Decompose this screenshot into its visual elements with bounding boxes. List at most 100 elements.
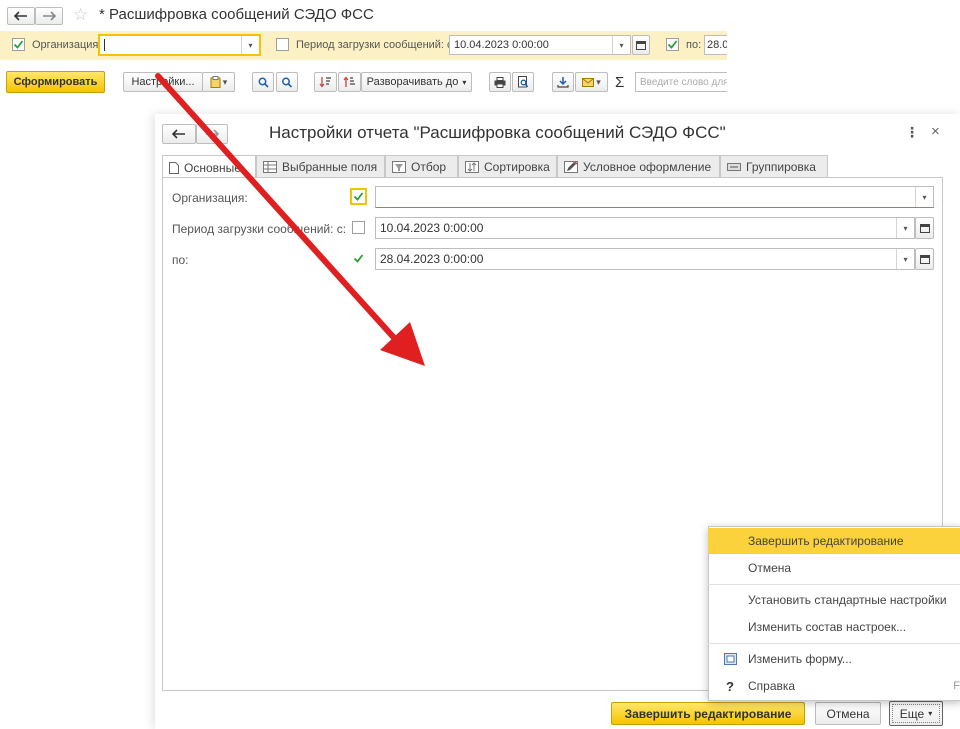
dialog-period-to-input[interactable]: 28.04.2023 0:00:00 ▾ xyxy=(375,248,915,270)
dialog-forward-button[interactable] xyxy=(196,124,228,144)
menu-item-finish-editing[interactable]: Завершить редактирование xyxy=(708,528,960,554)
org-input[interactable]: ▾ xyxy=(98,34,261,56)
forward-button[interactable] xyxy=(35,7,63,25)
arrow-left-icon xyxy=(14,11,27,21)
period-to-input[interactable]: 28.0 xyxy=(704,35,727,55)
chevron-down-icon: ▾ xyxy=(903,223,908,233)
checkmark-icon xyxy=(667,40,678,49)
save-button[interactable] xyxy=(552,72,574,92)
finish-editing-button[interactable]: Завершить редактирование xyxy=(611,702,805,725)
chevron-down-icon: ▾ xyxy=(462,77,467,87)
search-icon xyxy=(258,77,269,88)
cancel-button[interactable]: Отмена xyxy=(815,702,881,725)
dialog-org-checkbox[interactable] xyxy=(350,188,367,205)
field-org-label: Организация: xyxy=(172,191,248,205)
arrow-right-icon xyxy=(43,11,56,21)
dialog-period-from-calendar[interactable] xyxy=(915,217,934,239)
expand-to-button[interactable]: Разворачивать до ▾ xyxy=(361,72,472,92)
calendar-icon xyxy=(919,224,930,233)
close-icon[interactable]: × xyxy=(931,123,940,140)
menu-separator xyxy=(708,643,960,644)
dialog-period-from-input[interactable]: 10.04.2023 0:00:00 ▾ xyxy=(375,217,915,239)
menu-item-label: Завершить редактирование xyxy=(748,534,904,548)
menu-item-label: Справка xyxy=(748,679,796,693)
tab-grouping[interactable]: Группировка xyxy=(720,155,828,178)
period-from-dropdown[interactable]: ▾ xyxy=(612,36,630,54)
org-dropdown-button[interactable]: ▾ xyxy=(241,36,259,54)
favorite-star-icon[interactable]: ☆ xyxy=(73,5,88,25)
pen-icon xyxy=(564,161,578,173)
checkmark-icon xyxy=(353,192,364,201)
period-from-input[interactable]: 10.04.2023 0:00:00 ▾ xyxy=(449,35,631,55)
search-input[interactable]: Введите слово для xyxy=(635,72,727,92)
calendar-icon xyxy=(919,255,930,264)
period-from-calendar-button[interactable] xyxy=(632,35,650,55)
preview-icon xyxy=(517,76,528,88)
tab-conditional-format[interactable]: Условное оформление xyxy=(557,155,720,178)
clipboard-icon xyxy=(210,76,221,88)
menu-item-help[interactable]: ? Справка F xyxy=(708,673,960,699)
period-from-value: 10.04.2023 0:00:00 xyxy=(454,39,549,51)
dialog-period-from-dropdown[interactable]: ▾ xyxy=(896,218,914,238)
dialog-org-dropdown[interactable]: ▾ xyxy=(915,187,933,207)
menu-item-change-settings[interactable]: Изменить состав настроек... xyxy=(708,614,960,640)
dialog-period-to-calendar[interactable] xyxy=(915,248,934,270)
more-button[interactable]: Еще ▾ xyxy=(889,701,943,726)
tab-sort[interactable]: Сортировка xyxy=(458,155,557,178)
back-button[interactable] xyxy=(7,7,35,25)
period-to-value: 28.0 xyxy=(707,39,727,51)
chevron-down-icon: ▾ xyxy=(903,254,908,264)
generate-button[interactable]: Сформировать xyxy=(6,71,105,93)
variants-button[interactable]: ▾ xyxy=(202,72,235,92)
dialog-title: Настройки отчета "Расшифровка сообщений … xyxy=(269,123,726,142)
tab-label: Выбранные поля xyxy=(282,160,378,174)
send-email-button[interactable]: ▾ xyxy=(575,72,608,92)
chevron-down-icon: ▾ xyxy=(248,40,253,50)
sort-desc-button[interactable] xyxy=(314,72,337,92)
menu-item-cancel[interactable]: Отмена xyxy=(708,555,960,581)
download-icon xyxy=(557,77,569,88)
menu-item-default-settings[interactable]: Установить стандартные настройки xyxy=(708,587,960,613)
period-to-checkbox[interactable] xyxy=(666,38,679,51)
tab-main[interactable]: Основные xyxy=(162,155,256,179)
calendar-icon xyxy=(636,41,646,50)
sort-asc-button[interactable] xyxy=(338,72,361,92)
filter-icon xyxy=(392,161,406,173)
help-icon: ? xyxy=(726,678,734,694)
form-icon xyxy=(724,653,737,665)
settings-button[interactable]: Настройки... xyxy=(123,72,203,92)
find-next-button[interactable] xyxy=(276,72,298,92)
sum-icon[interactable]: Σ xyxy=(615,74,624,91)
org-checkbox[interactable] xyxy=(12,38,25,51)
dialog-back-button[interactable] xyxy=(162,124,196,144)
document-icon xyxy=(169,161,179,174)
dialog-period-to-dropdown[interactable]: ▾ xyxy=(896,249,914,269)
dialog-period-to-checkbox[interactable] xyxy=(352,252,365,265)
period-label: Период загрузки сообщений: с: xyxy=(296,39,456,51)
checkmark-icon xyxy=(353,254,364,263)
preview-button[interactable] xyxy=(512,72,534,92)
tab-filter[interactable]: Отбор xyxy=(385,155,458,178)
tab-label: Отбор xyxy=(411,160,447,174)
menu-item-label: Изменить состав настроек... xyxy=(748,620,907,634)
tab-label: Группировка xyxy=(746,160,816,174)
dialog-period-to-value: 28.04.2023 0:00:00 xyxy=(380,252,484,266)
field-to-label: по: xyxy=(172,253,189,267)
more-button-label: Еще xyxy=(899,706,925,721)
period-from-checkbox[interactable] xyxy=(276,38,289,51)
menu-item-label: Отмена xyxy=(748,561,792,575)
dialog-period-from-checkbox[interactable] xyxy=(352,221,365,234)
menu-item-change-form[interactable]: Изменить форму... xyxy=(708,646,960,672)
dialog-org-input[interactable]: ▾ xyxy=(375,186,934,208)
arrow-right-icon xyxy=(206,129,219,139)
group-icon xyxy=(727,163,741,171)
print-button[interactable] xyxy=(489,72,511,92)
find-button[interactable] xyxy=(252,72,274,92)
window-title: * Расшифровка сообщений СЭДО ФСС xyxy=(99,6,374,23)
tab-selected-fields[interactable]: Выбранные поля xyxy=(256,155,385,178)
to-label: по: xyxy=(686,39,702,51)
printer-icon xyxy=(494,76,506,88)
org-label: Организация: xyxy=(32,39,102,51)
more-vertical-icon[interactable]: ⋮ xyxy=(905,124,919,141)
arrow-left-icon xyxy=(172,129,185,139)
